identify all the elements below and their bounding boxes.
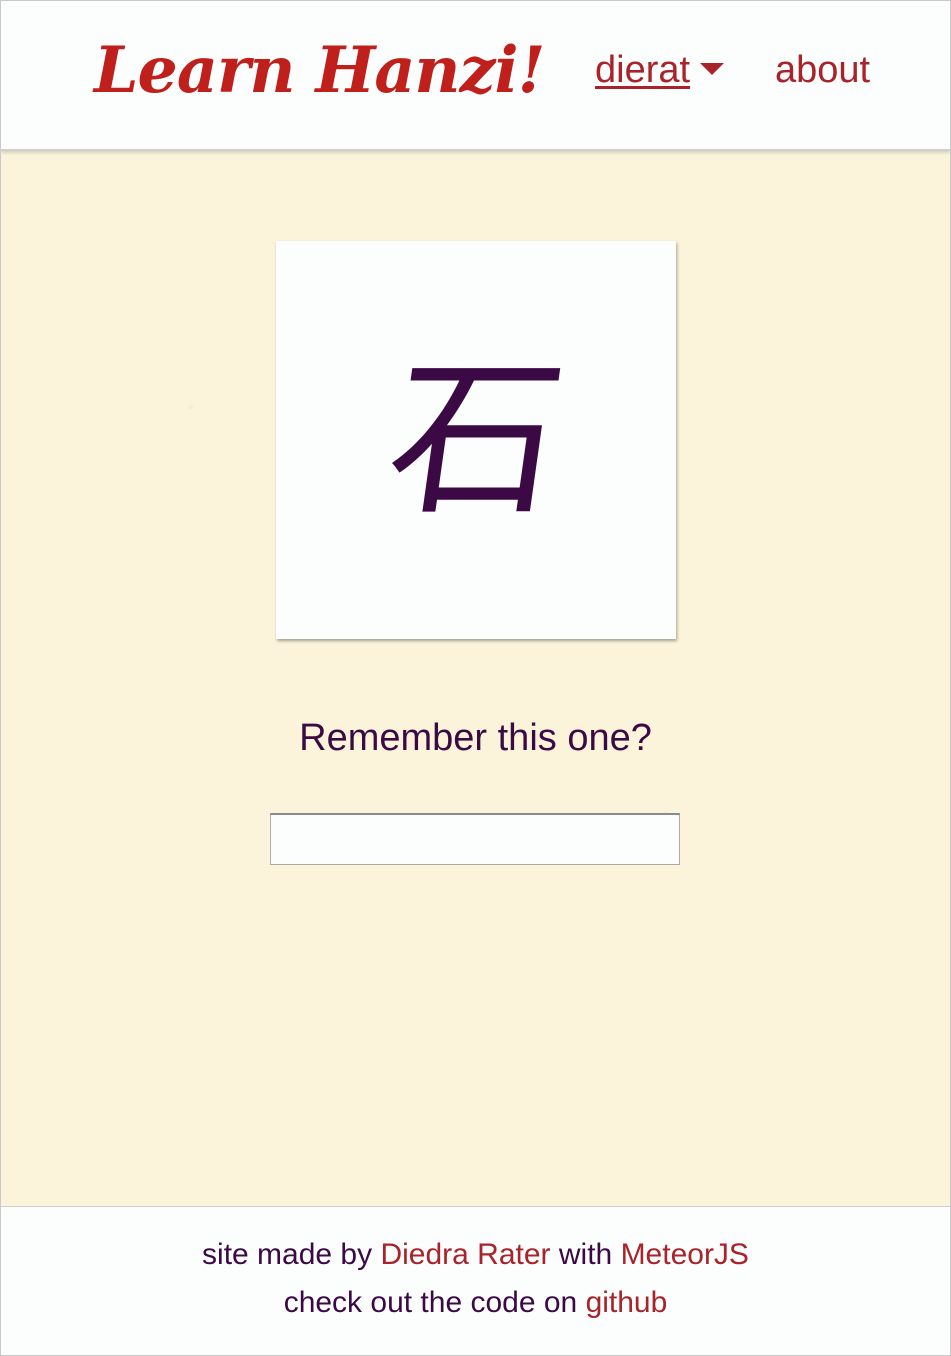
quiz-prompt: Remember this one?	[299, 717, 652, 759]
meteorjs-link[interactable]: MeteorJS	[621, 1238, 749, 1271]
answer-input[interactable]	[270, 813, 680, 865]
site-footer: site made by Diedra Rater with MeteorJS …	[1, 1206, 950, 1355]
footer-credits-middle: with	[550, 1238, 621, 1271]
footer-credits: site made by Diedra Rater with MeteorJS	[1, 1235, 950, 1275]
hanzi-flashcard: 石	[276, 241, 676, 639]
site-header: Learn Hanzi! dierat about	[1, 1, 950, 151]
about-link[interactable]: about	[775, 45, 870, 95]
github-link[interactable]: github	[586, 1286, 668, 1319]
user-menu-dropdown[interactable]: dierat	[595, 45, 725, 95]
footer-source-prefix: check out the code on	[283, 1286, 586, 1319]
footer-credits-prefix: site made by	[202, 1238, 381, 1271]
page: Learn Hanzi! dierat about 石 Remember thi…	[0, 0, 951, 1356]
site-logo[interactable]: Learn Hanzi!	[94, 31, 545, 111]
hanzi-character: 石	[377, 341, 575, 539]
footer-source: check out the code on github	[1, 1283, 950, 1323]
caret-down-icon	[700, 62, 725, 75]
user-menu-label: dierat	[595, 49, 691, 91]
author-link[interactable]: Diedra Rater	[380, 1238, 550, 1271]
